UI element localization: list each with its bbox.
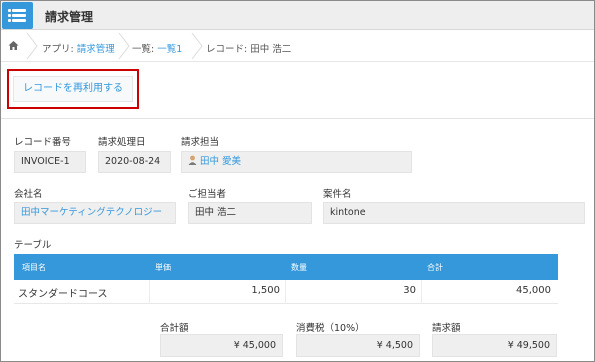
- breadcrumb-app: アプリ: 請求管理: [42, 41, 115, 55]
- breadcrumb-list-prefix: 一覧:: [132, 44, 158, 55]
- home-icon[interactable]: [8, 40, 19, 51]
- breadcrumb-record: レコード: 田中 浩二: [206, 44, 292, 55]
- tax-label: 消費税（10%）: [296, 323, 365, 334]
- table-cell-total: 45,000: [516, 285, 551, 296]
- app-window: 請求管理 アプリ: 請求管理 一覧: 一覧1 レコード: 田中 浩二 レコードを…: [0, 0, 595, 362]
- company-value[interactable]: 田中マーケティングテクノロジー: [14, 202, 176, 224]
- reuse-record-button[interactable]: レコードを再利用する: [13, 76, 133, 102]
- billing-owner-field: 田中 愛美: [181, 151, 412, 173]
- subtotal-value: ¥ 45,000: [160, 334, 283, 357]
- record-no-value: INVOICE-1: [14, 151, 86, 173]
- subtotal-label: 合計額: [160, 323, 189, 334]
- breadcrumb-separator-icon: [191, 33, 203, 59]
- project-label: 案件名: [323, 189, 352, 200]
- breadcrumb-app-prefix: アプリ:: [42, 44, 77, 55]
- billing-date-value: 2020-08-24: [98, 151, 171, 173]
- company-label: 会社名: [14, 189, 43, 200]
- total-value: ¥ 49,500: [432, 334, 557, 357]
- table-cell-item: スタンダードコース: [18, 289, 108, 300]
- divider: [1, 118, 594, 119]
- billing-owner-link[interactable]: 田中 愛美: [200, 156, 241, 167]
- billing-owner-label: 請求担当: [181, 137, 220, 148]
- table-cell-qty: 30: [403, 285, 416, 296]
- breadcrumb-separator-icon: [118, 33, 130, 59]
- tax-value: ¥ 4,500: [296, 334, 420, 357]
- total-label: 請求額: [432, 323, 461, 334]
- table-header-price: 単価: [155, 263, 171, 272]
- app-list-icon[interactable]: [2, 2, 33, 29]
- table-header-qty: 数量: [291, 263, 307, 272]
- contact-label: ご担当者: [188, 189, 227, 200]
- user-icon: [188, 155, 197, 165]
- table-header-item: 項目名: [22, 263, 46, 272]
- breadcrumb: アプリ: 請求管理 一覧: 一覧1 レコード: 田中 浩二: [1, 31, 594, 62]
- contact-value: 田中 浩二: [188, 202, 312, 224]
- breadcrumb-separator-icon: [26, 33, 38, 59]
- breadcrumb-list-link[interactable]: 一覧1: [157, 44, 182, 55]
- breadcrumb-list: 一覧: 一覧1: [132, 41, 182, 55]
- app-title: 請求管理: [45, 10, 94, 24]
- table-header: 項目名 単価 数量 合計: [14, 254, 558, 280]
- table-row: スタンダードコース 1,500 30 45,000: [14, 280, 558, 304]
- table-header-total: 合計: [427, 263, 443, 272]
- table-cell-price: 1,500: [251, 285, 280, 296]
- record-no-label: レコード番号: [14, 137, 72, 148]
- table-label: テーブル: [14, 240, 52, 251]
- billing-date-label: 請求処理日: [98, 137, 146, 148]
- app-header: 請求管理: [1, 1, 594, 30]
- breadcrumb-app-link[interactable]: 請求管理: [77, 44, 115, 55]
- project-value: kintone: [323, 202, 585, 224]
